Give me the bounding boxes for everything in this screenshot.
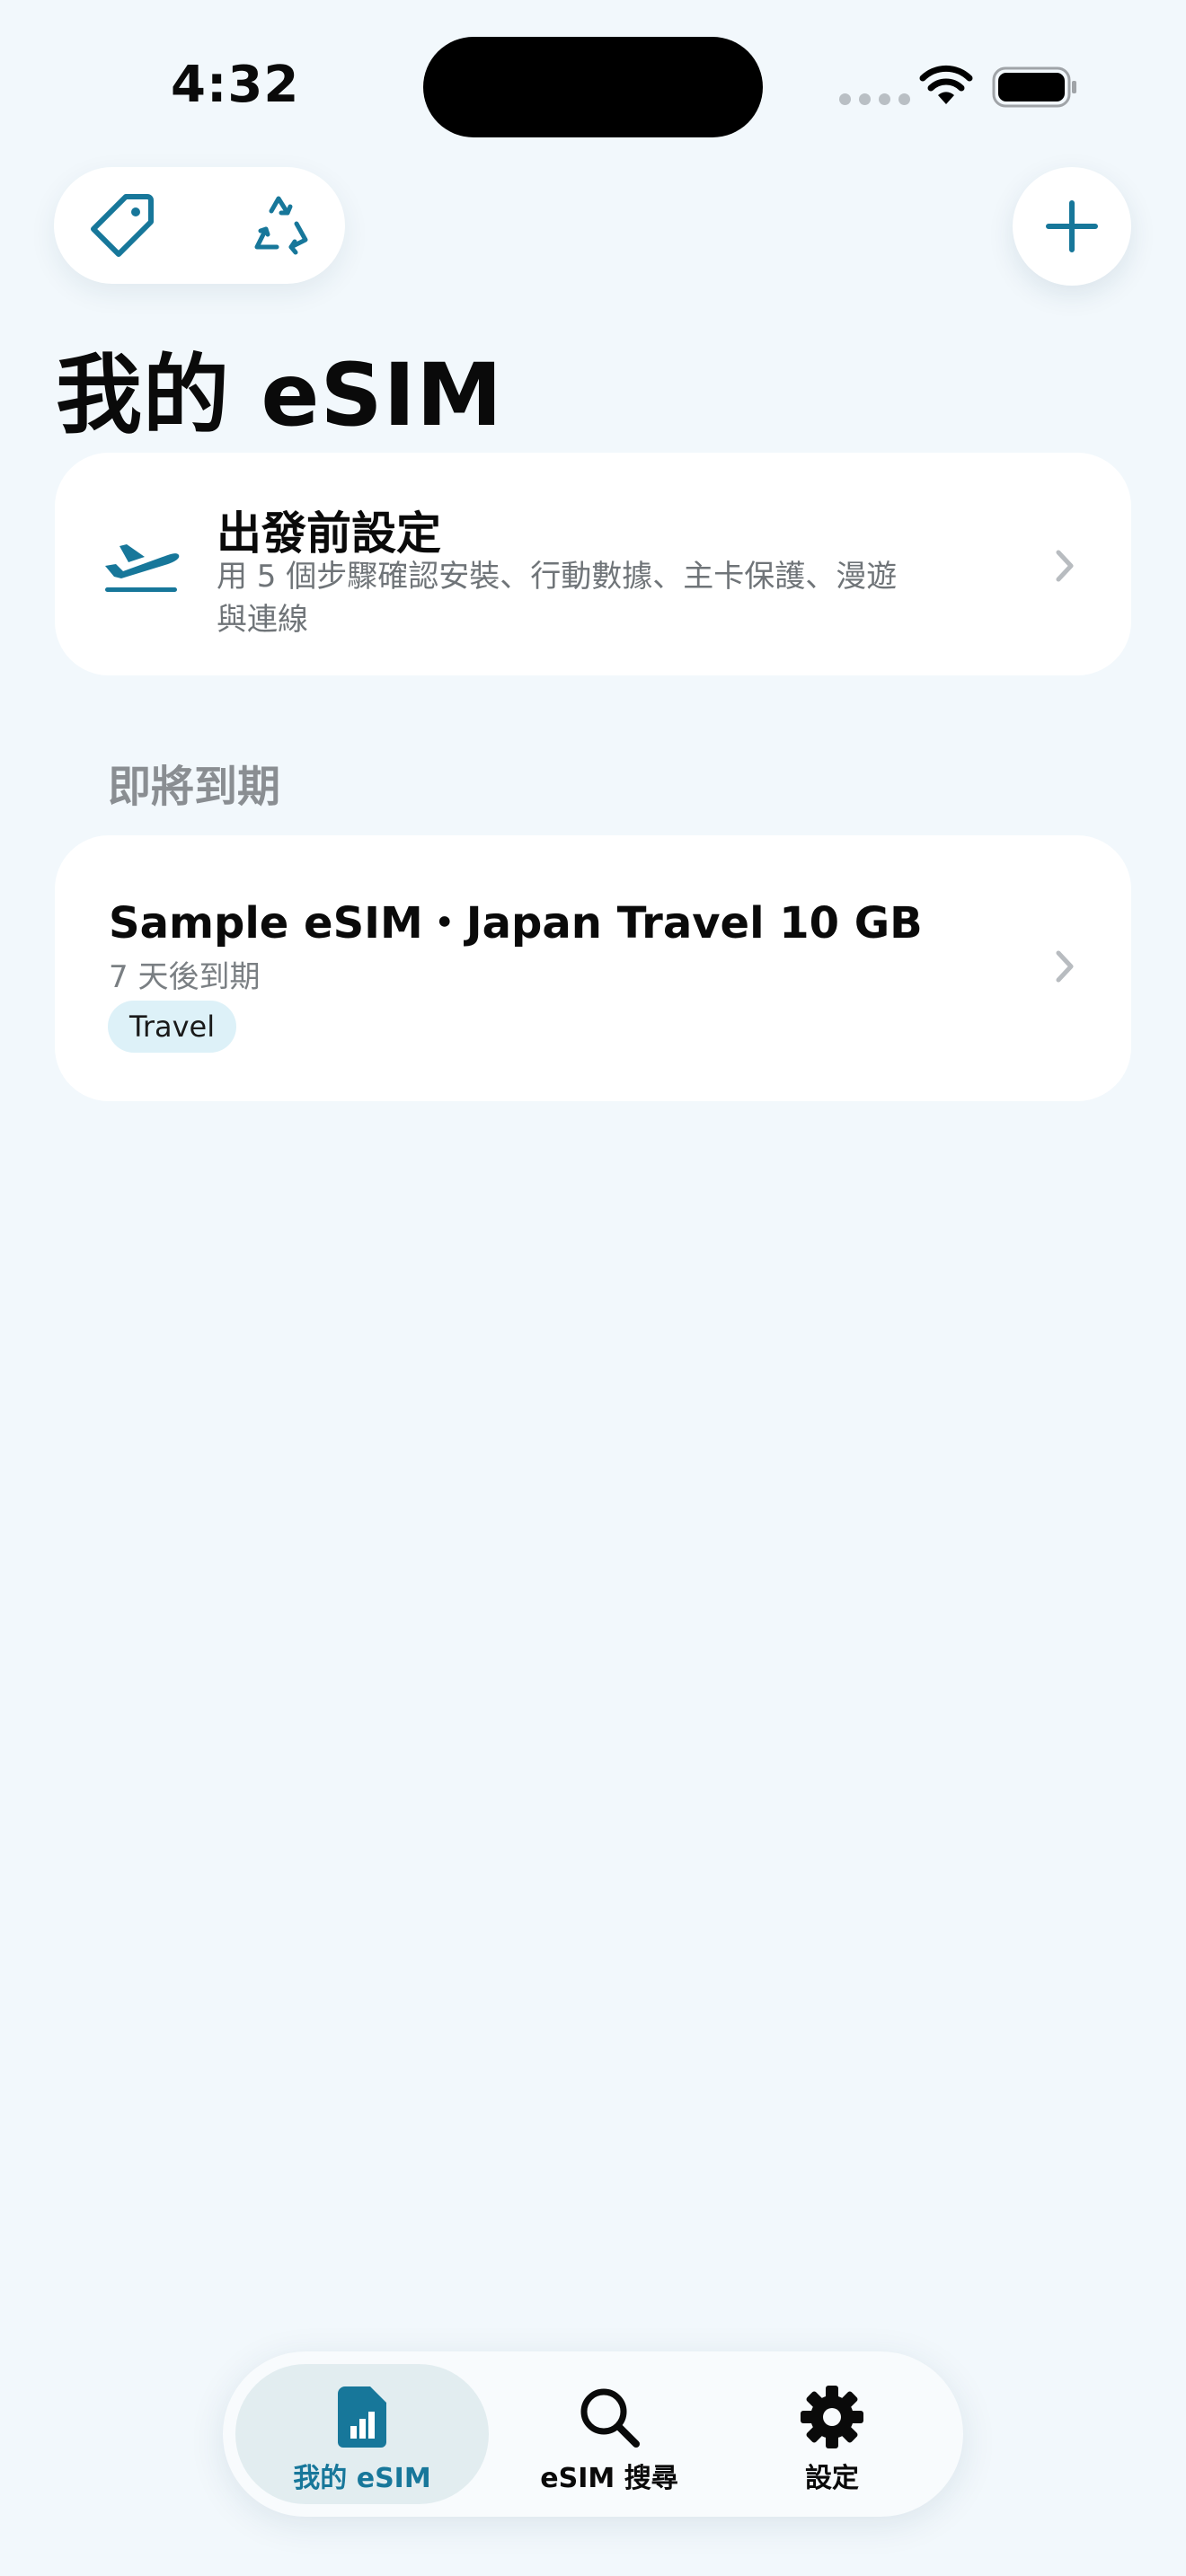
airplane-departure-icon [105,544,180,592]
tab-bar: 我的 eSIM eSIM 搜尋 設定 [223,2351,963,2517]
setup-card-subtitle: 用 5 個步驟確認安裝、行動數據、主卡保護、漫遊與連線 [217,559,898,638]
setup-card-title: 出發前設定 [217,507,441,560]
tag-button[interactable] [77,181,167,270]
recycle-button[interactable] [235,181,325,270]
esim-tag-badge: Travel [108,1001,237,1053]
status-time: 4:32 [171,56,300,114]
chevron-right-icon [1056,550,1074,582]
esim-name: Sample eSIM・Japan Travel 10 GB [109,898,923,948]
tab-settings[interactable]: 設定 [715,2364,949,2504]
tab-label: eSIM 搜尋 [540,2463,678,2494]
tag-icon [91,194,154,257]
recycle-icon [254,196,308,255]
battery-icon [992,66,1076,108]
gear-icon [801,2386,863,2448]
tab-label: 我的 eSIM [293,2463,431,2494]
toolbar-pill-group [54,167,345,284]
expiring-section-header: 即將到期 [108,762,281,812]
sim-card-icon [338,2386,386,2448]
cellular-signal-icon [839,93,910,105]
add-esim-button[interactable] [1013,167,1131,286]
esim-expiry: 7 天後到期 [109,959,261,995]
tab-my-esim[interactable]: 我的 eSIM [235,2364,489,2504]
tab-label: 設定 [805,2463,859,2494]
chevron-right-icon [1056,950,1074,983]
wifi-icon [919,65,973,104]
esim-list-item[interactable]: Sample eSIM・Japan Travel 10 GB 7 天後到期 Tr… [55,835,1131,1101]
pre-departure-setup-card[interactable]: 出發前設定 用 5 個步驟確認安裝、行動數據、主卡保護、漫遊與連線 [55,453,1131,675]
search-icon [580,2388,640,2448]
page-title: 我的 eSIM [56,345,503,446]
plus-icon [1046,200,1098,252]
dynamic-island [423,37,763,137]
tab-esim-search[interactable]: eSIM 搜尋 [492,2364,726,2504]
my-esim-screen: 4:32 我的 eSIM 出發前設定 用 5 個步驟確認安裝、行動數據、主卡保護… [0,0,1186,2576]
